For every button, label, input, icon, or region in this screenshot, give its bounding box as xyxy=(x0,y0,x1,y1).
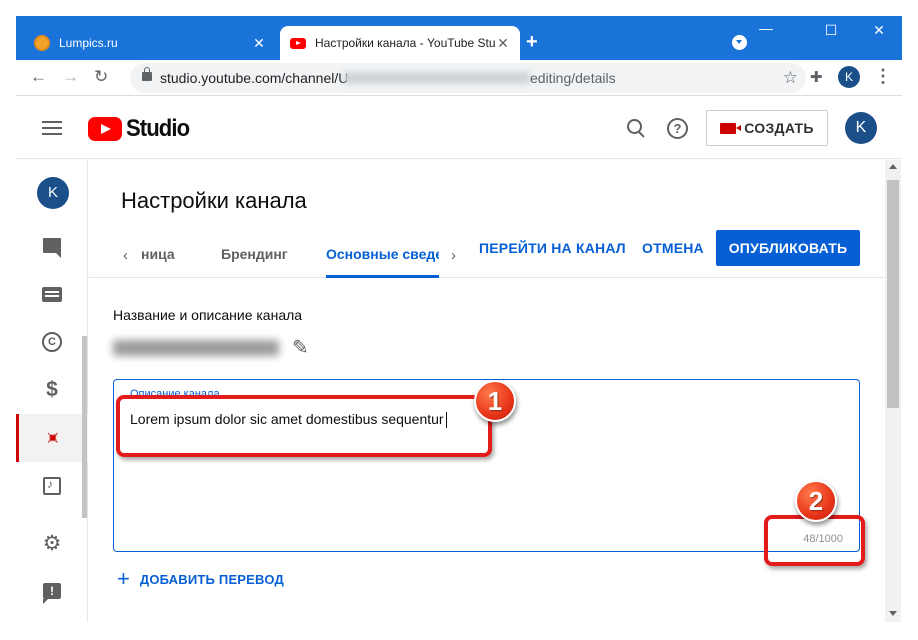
copyright-icon: C xyxy=(42,332,62,352)
tab-youtube-studio[interactable]: Настройки канала - YouTube Studio ✕ xyxy=(280,26,520,60)
close-window-icon[interactable]: ✕ xyxy=(864,22,894,39)
sidebar-item-subtitles[interactable] xyxy=(16,270,88,318)
sidebar-item-copyright[interactable]: C xyxy=(16,318,88,366)
url-text: studio.youtube.com/channel/U xyxy=(160,70,349,86)
minimize-icon[interactable]: — xyxy=(751,20,781,36)
tab-title: Lumpics.ru xyxy=(59,36,118,50)
hamburger-menu-icon[interactable] xyxy=(42,121,62,135)
settings-tabs: ‹ ница Брендинг Основные сведения › ПЕРЕ… xyxy=(89,230,885,278)
tab-basic-info-label: Основные сведения xyxy=(326,246,439,262)
reload-icon[interactable]: ↻ xyxy=(94,67,108,87)
page-title: Настройки канала xyxy=(121,188,307,213)
url-tail-text: editing/details xyxy=(530,70,616,86)
url-redacted xyxy=(344,72,530,84)
browser-profile-avatar[interactable]: K xyxy=(838,66,860,88)
feedback-icon: ! xyxy=(43,583,61,604)
address-bar[interactable]: studio.youtube.com/channel/U editing/det… xyxy=(130,63,806,93)
maximize-icon[interactable]: ☐ xyxy=(816,22,846,39)
page-scrollbar[interactable] xyxy=(885,160,901,622)
edit-pencil-icon[interactable]: ✎ xyxy=(292,335,309,360)
search-icon[interactable] xyxy=(626,118,646,138)
new-tab-button[interactable]: + xyxy=(526,32,538,52)
go-to-channel-link[interactable]: ПЕРЕЙТИ НА КАНАЛ xyxy=(479,240,626,256)
tabs-scroll-right-icon[interactable]: › xyxy=(451,247,456,264)
scrollbar-thumb[interactable] xyxy=(887,180,899,408)
audio-library-icon xyxy=(43,477,61,495)
step-badge-2: 2 xyxy=(795,480,837,522)
channel-avatar[interactable]: K xyxy=(37,177,69,209)
tab-title: Настройки канала - YouTube Studio xyxy=(315,36,496,50)
close-tab-icon[interactable]: ✕ xyxy=(252,36,266,50)
plus-icon: + xyxy=(117,566,130,591)
studio-logo-text: Studio xyxy=(126,115,190,142)
lumpics-favicon-icon xyxy=(34,35,50,51)
highlight-description-text xyxy=(116,395,492,457)
help-icon[interactable]: ? xyxy=(667,118,688,139)
sidebar-item-comments[interactable] xyxy=(16,221,88,269)
comments-icon xyxy=(43,237,61,258)
subtitles-icon xyxy=(42,286,62,302)
channel-name-redacted xyxy=(113,340,279,356)
sidebar-item-audio-library[interactable] xyxy=(16,462,88,510)
sidebar-scrollbar[interactable] xyxy=(82,336,87,518)
forward-icon[interactable]: → xyxy=(62,67,79,87)
cancel-button[interactable]: ОТМЕНА xyxy=(642,240,704,256)
sidebar-item-settings[interactable]: ⚙ xyxy=(16,519,88,567)
bookmark-star-icon[interactable]: ☆ xyxy=(783,68,798,88)
scroll-up-icon[interactable] xyxy=(889,164,897,169)
tab-branding[interactable]: Брендинг xyxy=(221,246,288,262)
screenshot-frame: Lumpics.ru ✕ Настройки канала - YouTube … xyxy=(0,0,918,640)
gear-icon: ⚙ xyxy=(42,531,62,555)
scroll-down-icon[interactable] xyxy=(889,611,897,616)
dollar-icon: $ xyxy=(46,378,58,401)
account-avatar[interactable]: K xyxy=(845,112,877,144)
studio-sidebar: K C $ ✦ ⚙ ! xyxy=(16,160,88,622)
youtube-logo-icon xyxy=(88,117,122,141)
active-tab-indicator xyxy=(326,275,439,278)
add-translation-button[interactable]: + ДОБАВИТЬ ПЕРЕВОД xyxy=(117,566,284,591)
publish-button[interactable]: ОПУБЛИКОВАТЬ xyxy=(716,230,860,266)
step-badge-1: 1 xyxy=(474,380,516,422)
youtube-favicon-icon xyxy=(290,37,306,49)
sidebar-item-monetization[interactable]: $ xyxy=(16,366,88,414)
tab-search-icon[interactable] xyxy=(732,35,747,50)
magic-wand-icon: ✦ xyxy=(40,425,66,451)
tab-home-page[interactable]: ница xyxy=(141,246,175,262)
tab-basic-info[interactable]: Основные сведения xyxy=(326,246,439,264)
create-button[interactable]: СОЗДАТЬ xyxy=(706,110,828,146)
add-translation-label: ДОБАВИТЬ ПЕРЕВОД xyxy=(139,571,284,587)
studio-logo[interactable]: Studio xyxy=(88,115,195,143)
browser-toolbar: ← → ↻ studio.youtube.com/channel/U editi… xyxy=(16,60,902,96)
extensions-puzzle-icon[interactable]: ✚ xyxy=(810,68,823,86)
browser-menu-icon[interactable]: ⋮ xyxy=(874,66,892,87)
back-icon[interactable]: ← xyxy=(30,67,47,87)
sidebar-item-feedback[interactable]: ! xyxy=(16,567,88,615)
browser-titlebar: Lumpics.ru ✕ Настройки канала - YouTube … xyxy=(16,16,902,60)
video-camera-icon xyxy=(720,122,742,134)
section-title: Название и описание канала xyxy=(113,307,303,323)
tabs-scroll-left-icon[interactable]: ‹ xyxy=(123,247,128,264)
studio-header: Studio ? СОЗДАТЬ K xyxy=(16,97,902,159)
close-tab-icon[interactable]: ✕ xyxy=(496,36,510,50)
lock-icon xyxy=(142,67,152,81)
create-button-label: СОЗДАТЬ xyxy=(744,120,814,136)
tab-lumpics[interactable]: Lumpics.ru ✕ xyxy=(24,26,276,60)
sidebar-item-customization[interactable]: ✦ xyxy=(16,414,88,462)
highlight-character-counter xyxy=(764,515,865,566)
